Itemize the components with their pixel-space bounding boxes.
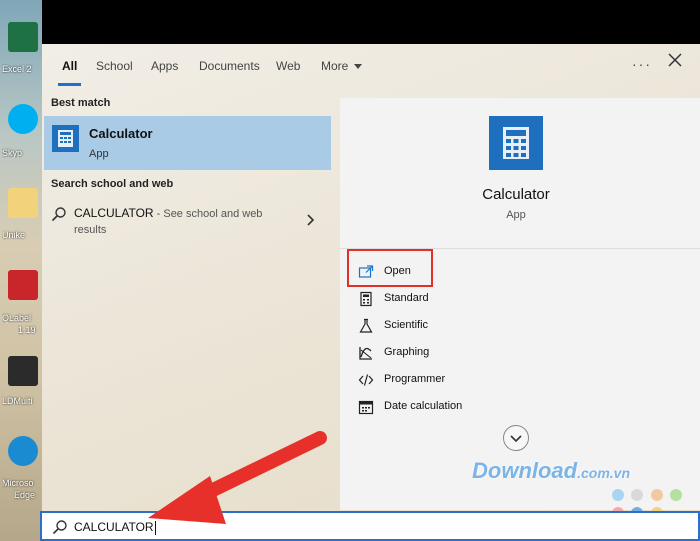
action-standard[interactable]: Standard xyxy=(358,289,558,309)
best-match-heading: Best match xyxy=(51,97,111,109)
edge-icon[interactable] xyxy=(8,436,38,466)
flask-icon xyxy=(359,318,373,333)
tab-all[interactable]: All xyxy=(57,44,82,90)
app-title: Calculator xyxy=(482,186,550,203)
watermark-dot xyxy=(670,489,683,501)
watermark-dot xyxy=(650,489,663,501)
graph-icon xyxy=(359,347,372,360)
search-icon xyxy=(52,520,67,535)
desktop-icon-label: QLabel xyxy=(2,313,32,323)
search-bar[interactable]: CALCULATOR xyxy=(40,511,700,541)
code-icon xyxy=(358,374,374,386)
watermark-dot xyxy=(612,489,624,501)
desktop-icon-label: Microso xyxy=(2,478,34,488)
detail-pane: Calculator App Open Standard Scientific … xyxy=(340,98,700,510)
annotation-arrow-icon xyxy=(148,431,327,524)
best-match-subtitle: App xyxy=(89,148,109,160)
best-match-item[interactable]: Calculator App xyxy=(44,116,331,170)
chevron-down-icon xyxy=(354,64,363,70)
watermark-logo: Download.com.vn xyxy=(472,458,631,483)
app-subtitle: App xyxy=(506,209,526,221)
desktop-icon-label: Unike xyxy=(2,230,26,240)
web-search-item[interactable]: CALCULATOR - See school and web results xyxy=(44,198,331,244)
action-graphing[interactable]: Graphing xyxy=(358,343,558,363)
calculator-icon xyxy=(52,125,79,152)
folder-icon[interactable] xyxy=(8,188,38,218)
title-bar xyxy=(42,0,700,44)
skype-icon[interactable] xyxy=(8,104,38,134)
chevron-down-icon xyxy=(510,435,522,443)
more-options-icon[interactable]: ··· xyxy=(632,56,652,72)
tab-web[interactable]: Web xyxy=(276,44,300,90)
open-icon xyxy=(358,265,374,278)
tab-documents[interactable]: Documents xyxy=(199,44,260,90)
desktop-icon-label: Excel 2 xyxy=(2,64,32,74)
chevron-right-icon[interactable] xyxy=(306,214,316,226)
action-open[interactable]: Open xyxy=(358,262,558,282)
tab-apps[interactable]: Apps xyxy=(151,44,178,90)
calculator-app-icon xyxy=(489,116,543,170)
qlabel-icon[interactable] xyxy=(8,270,38,300)
desktop-icon-label: Skyp xyxy=(2,148,23,158)
tab-school[interactable]: School xyxy=(96,44,133,90)
search-icon xyxy=(51,207,66,222)
close-icon[interactable] xyxy=(667,52,683,68)
expand-button[interactable] xyxy=(503,425,529,451)
web-search-query: CALCULATOR - See school and web xyxy=(74,206,263,220)
filter-tabs: All School Apps Documents Web More xyxy=(42,44,700,90)
web-search-hint: results xyxy=(74,224,107,236)
tab-more[interactable]: More xyxy=(321,44,363,90)
best-match-title: Calculator xyxy=(89,126,153,141)
excel-icon[interactable] xyxy=(8,22,38,52)
calculator-icon xyxy=(360,291,372,307)
watermark-dot xyxy=(631,489,644,501)
action-programmer[interactable]: Programmer xyxy=(358,370,558,390)
desktop-icon-label: LDMulti xyxy=(2,396,33,406)
action-scientific[interactable]: Scientific xyxy=(358,316,558,336)
ldmulti-icon[interactable] xyxy=(8,356,38,386)
calendar-icon xyxy=(358,400,374,415)
desktop-background: Excel 2 Skyp Unike QLabel 1.19 LDMulti M… xyxy=(0,0,42,541)
action-date-calculation[interactable]: Date calculation xyxy=(358,397,558,417)
web-search-heading: Search school and web xyxy=(51,178,174,190)
